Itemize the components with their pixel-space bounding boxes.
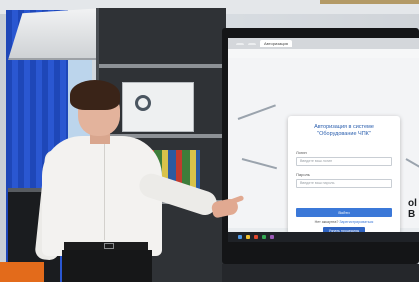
belt-buckle — [104, 243, 114, 249]
presenter — [0, 0, 419, 282]
photo-scene: Авторизация ol B Авторизация в системе "… — [0, 0, 419, 282]
presenter-shirt — [42, 136, 162, 256]
shirt-placket — [104, 140, 105, 240]
presenter-pants — [62, 250, 152, 282]
presenter-hair — [70, 80, 120, 110]
